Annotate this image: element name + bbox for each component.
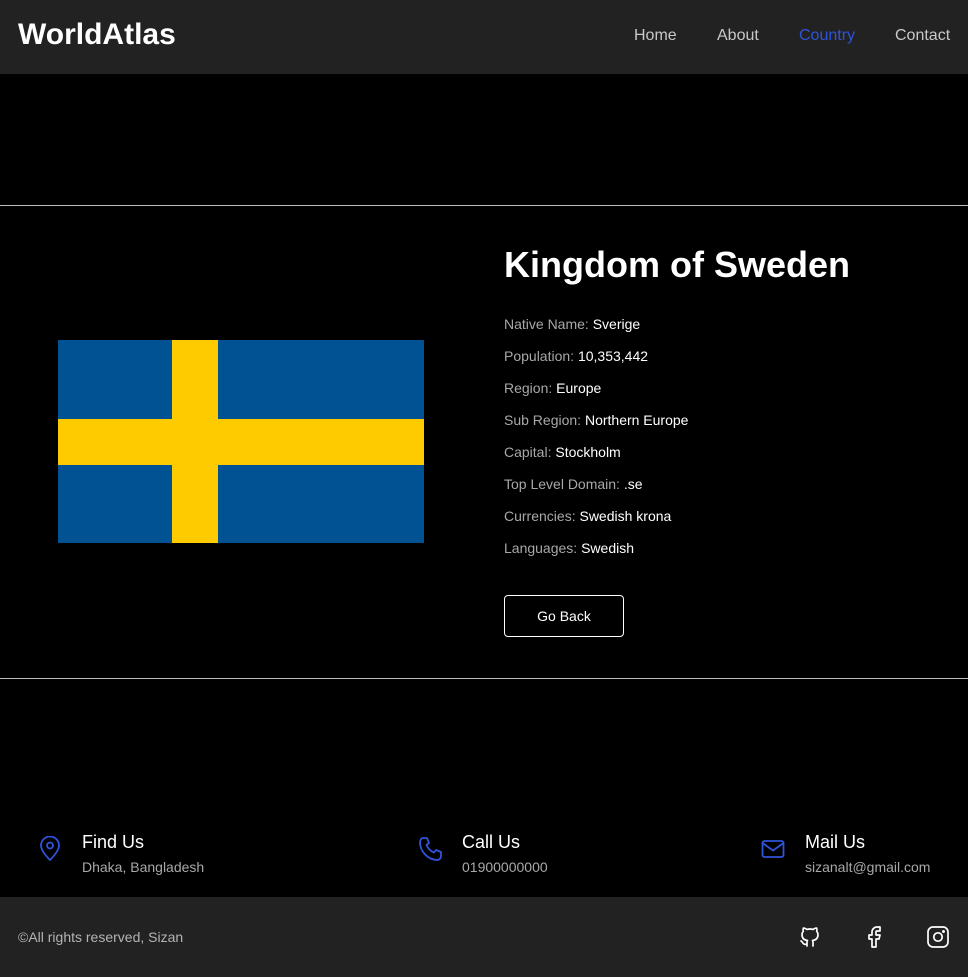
detail-label: Top Level Domain:	[504, 476, 620, 492]
phone-icon	[419, 837, 442, 861]
detail-tld: Top Level Domain: .se	[504, 476, 643, 492]
detail-value: Swedish	[581, 540, 634, 556]
mail-icon	[761, 840, 785, 858]
call-us-title: Call Us	[462, 832, 521, 852]
detail-label: Languages:	[504, 540, 578, 556]
call-us-phone: 01900000000	[462, 859, 548, 875]
mail-us-email[interactable]: sizanalt@gmail.com	[805, 859, 930, 875]
nav-contact[interactable]: Contact	[895, 27, 950, 45]
section-divider-bottom	[0, 678, 968, 679]
detail-region: Region: Europe	[504, 380, 601, 396]
detail-label: Sub Region:	[504, 412, 582, 428]
detail-label: Currencies:	[504, 508, 576, 524]
detail-population: Population: 10,353,442	[504, 348, 648, 364]
detail-value: 10,353,442	[577, 348, 649, 364]
copyright-text: ©All rights reserved, Sizan	[18, 929, 184, 945]
find-us-title: Find Us	[82, 832, 145, 852]
go-back-button[interactable]: Go Back	[504, 595, 624, 637]
mail-us-title: Mail Us	[805, 832, 866, 852]
country-title: Kingdom of Sweden	[504, 244, 850, 285]
detail-value: Sverige	[592, 316, 641, 332]
nav-country[interactable]: Country	[799, 27, 855, 45]
section-divider-top	[0, 205, 968, 206]
site-logo[interactable]: WorldAtlas	[18, 18, 176, 52]
github-icon[interactable]	[798, 925, 822, 949]
site-footer: ©All rights reserved, Sizan	[0, 897, 968, 977]
detail-currencies: Currencies: Swedish krona	[504, 508, 671, 524]
map-pin-icon	[40, 836, 60, 861]
detail-languages: Languages: Swedish	[504, 540, 634, 556]
detail-capital: Capital: Stockholm	[504, 444, 621, 460]
detail-label: Capital:	[504, 444, 552, 460]
detail-label: Population:	[504, 348, 575, 364]
instagram-icon[interactable]	[926, 925, 950, 949]
detail-value: Northern Europe	[584, 412, 689, 428]
find-us-address: Dhaka, Bangladesh	[82, 859, 205, 875]
detail-sub-region: Sub Region: Northern Europe	[504, 412, 688, 428]
detail-value: Europe	[556, 380, 602, 396]
nav-home[interactable]: Home	[634, 27, 677, 45]
nav-about[interactable]: About	[717, 27, 759, 45]
detail-value: Swedish krona	[579, 508, 672, 524]
country-flag	[58, 340, 424, 543]
detail-native-name: Native Name: Sverige	[504, 316, 640, 332]
detail-value: .se	[623, 476, 643, 492]
detail-label: Native Name:	[504, 316, 589, 332]
detail-label: Region:	[504, 380, 553, 396]
facebook-icon[interactable]	[862, 925, 886, 949]
detail-value: Stockholm	[555, 444, 621, 460]
site-header: WorldAtlas Home About Country Contact	[0, 0, 968, 74]
